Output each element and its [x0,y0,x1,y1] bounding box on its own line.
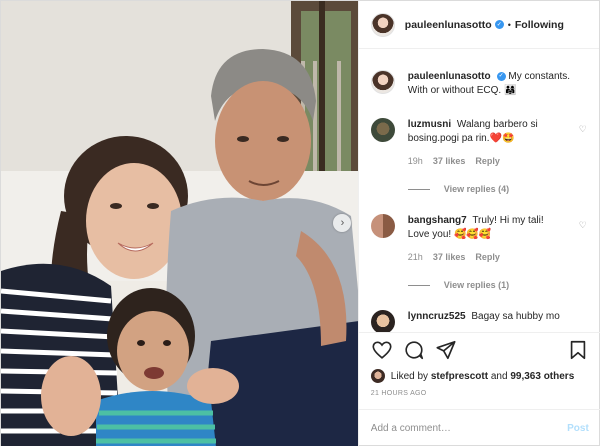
comment-button[interactable] [403,339,425,361]
like-button[interactable] [371,339,393,361]
comments-list[interactable]: pauleenlunasotto ✓ My constants. With or … [359,50,600,332]
comment-username[interactable]: bangshang7 [408,215,467,226]
comment-time[interactable]: 19h [408,154,423,168]
likes-count[interactable]: 99,363 others [510,371,574,382]
comment-body: luzmusni Walang barbero si bosing.pogi p… [408,118,568,168]
post-header: pauleenlunasotto ✓ • Following [358,1,599,49]
heart-icon [372,341,392,359]
header-separator: • [507,19,511,30]
share-button[interactable] [435,339,457,361]
liked-by-middle: and [490,370,508,382]
comment-likes[interactable]: 37 likes [433,250,466,264]
liked-by-user[interactable]: stefprescott [431,371,488,382]
following-button[interactable]: Following [515,19,564,31]
add-comment-bar: Post [358,409,600,446]
heart-icon[interactable]: ♡ [579,124,587,135]
liker-avatar[interactable] [370,369,385,383]
author-username[interactable]: pauleenlunasotto [405,19,492,31]
chevron-right-icon: › [340,216,345,229]
carousel-next-button[interactable]: › [333,214,351,232]
comment-item: lynncruz525 Bagay sa hubby mo [370,310,589,332]
caption-emoji: 👨‍👩‍👧 [503,85,517,96]
caption-body: pauleenlunasotto ✓ My constants. With or … [408,70,589,98]
comment-meta: 21h 37 likes Reply [408,250,568,264]
comment-meta: 19h 37 likes Reply [408,154,568,168]
caption-username[interactable]: pauleenlunasotto [408,71,491,82]
post-timestamp[interactable]: 21 HOURS AGO [371,390,589,397]
post-side-panel: pauleenlunasotto ✓ • Following pauleenlu… [357,1,600,446]
post-actions: Liked by stefprescott and 99,363 others … [358,332,600,397]
comment-input[interactable] [370,423,568,434]
commenter-avatar[interactable] [370,118,395,142]
comment-likes[interactable]: 37 likes [433,154,466,168]
action-bar [371,333,589,367]
comment-username[interactable]: luzmusni [408,119,451,130]
heart-icon[interactable]: ♡ [579,220,587,231]
comment-item: bangshang7 Truly! Hi my tali! Love you! … [370,214,589,264]
liked-by-row: Liked by stefprescott and 99,363 others [370,367,589,385]
comment-icon [405,341,423,360]
liked-by-prefix: Liked by [390,370,429,382]
view-replies-label: View replies (4) [443,184,510,194]
post-comment-button[interactable]: Post [567,423,589,434]
save-button[interactable] [567,339,589,361]
view-replies-label: View replies (1) [443,280,510,290]
verified-badge-icon: ✓ [496,71,506,81]
instagram-post: › pauleenlunasotto ✓ • Following pauleen… [0,0,600,446]
post-photo[interactable]: › [1,1,358,446]
view-replies-button[interactable]: View replies (4) [407,184,589,194]
comment-emoji: 🥰🥰🥰 [453,229,492,240]
family-photo-image [1,1,358,446]
replies-divider [407,188,430,190]
caption-avatar[interactable] [370,70,395,94]
comment-body: bangshang7 Truly! Hi my tali! Love you! … [408,214,568,264]
comment-emoji: ❤️🤩 [489,133,515,144]
reply-button[interactable]: Reply [475,250,500,264]
comment-body: lynncruz525 Bagay sa hubby mo [408,310,568,332]
post-caption: pauleenlunasotto ✓ My constants. With or … [370,50,589,98]
author-avatar[interactable] [370,12,395,37]
view-replies-button[interactable]: View replies (1) [407,280,589,290]
share-icon [436,340,456,360]
comment-time[interactable]: 21h [408,250,423,264]
reply-button[interactable]: Reply [475,154,500,168]
comment-text: Bagay sa hubby mo [471,311,560,322]
save-icon [570,340,586,360]
commenter-avatar[interactable] [370,214,395,238]
comment-item: luzmusni Walang barbero si bosing.pogi p… [370,118,589,168]
commenter-avatar[interactable] [370,310,395,332]
replies-divider [407,284,430,286]
verified-badge-icon: ✓ [494,20,504,29]
comment-username[interactable]: lynncruz525 [408,311,466,322]
